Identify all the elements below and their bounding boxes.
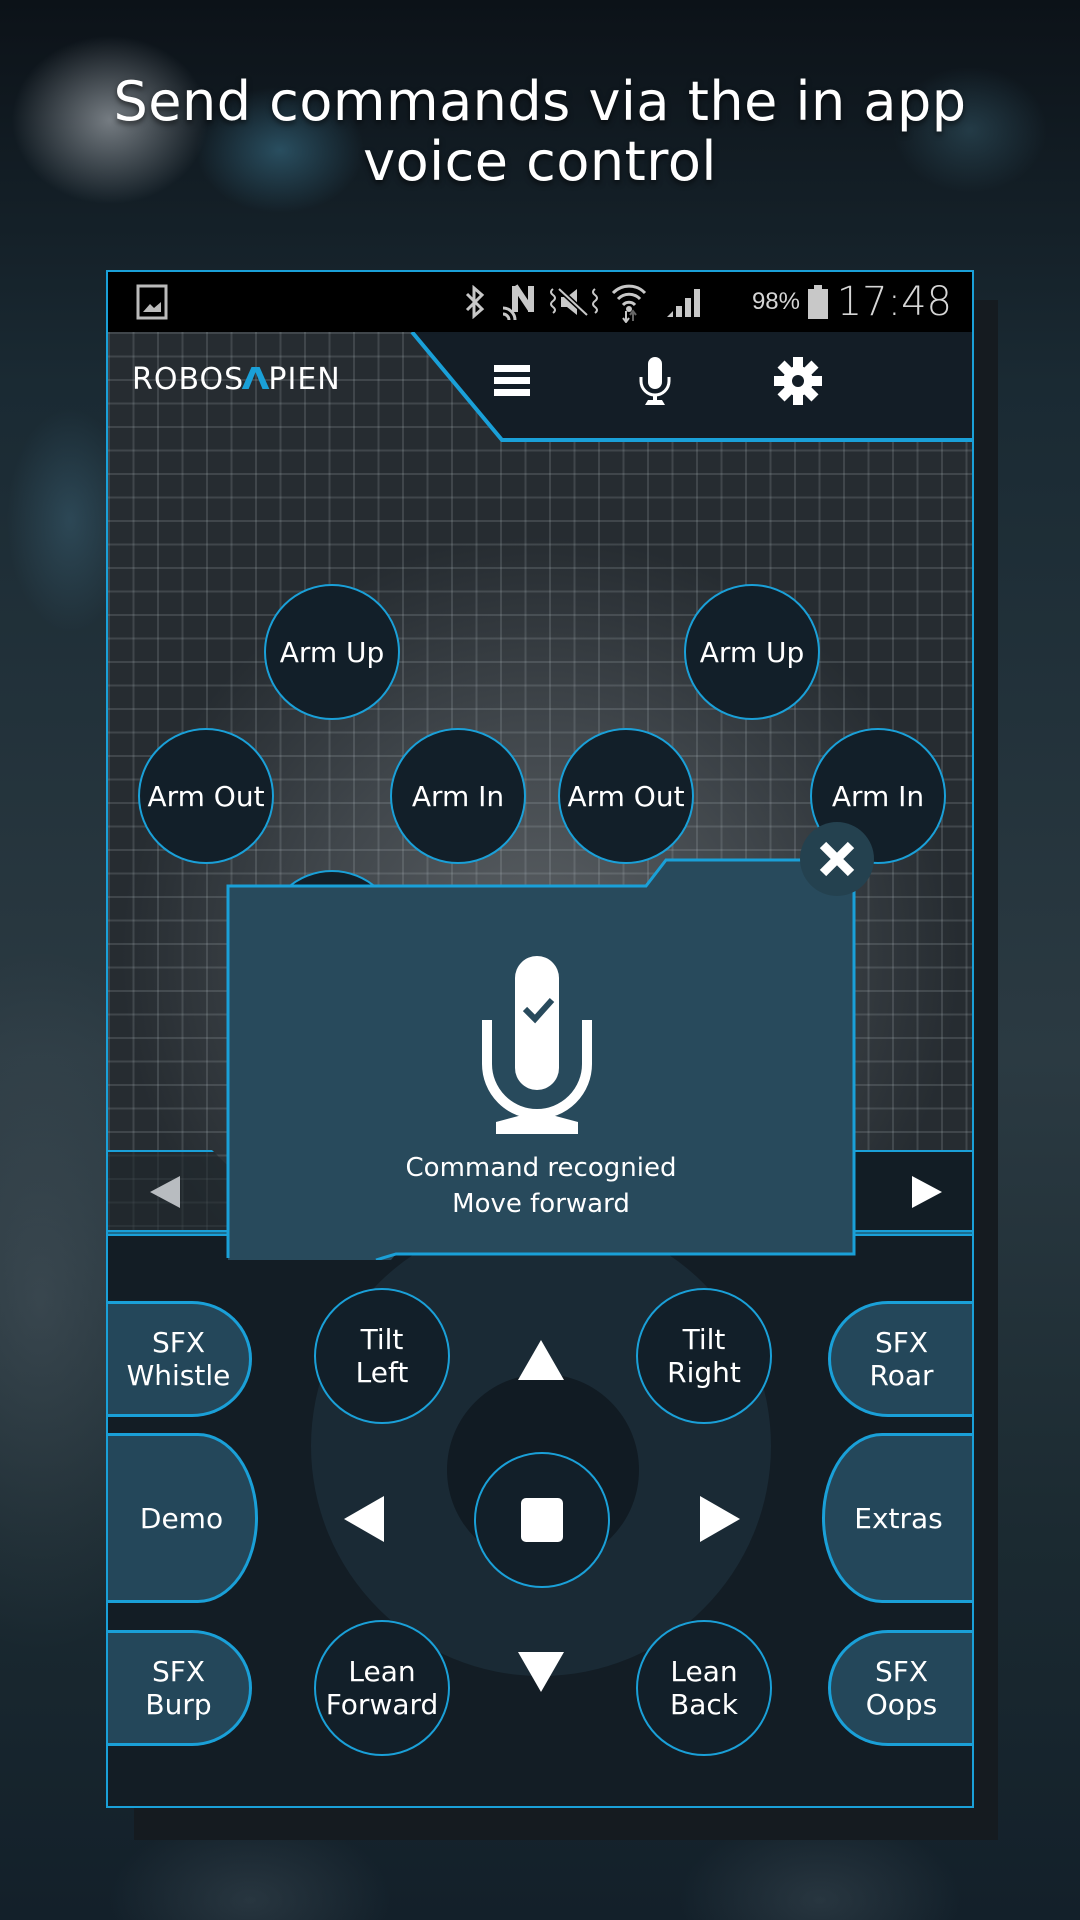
logo-text-1: ROBOS (132, 361, 245, 397)
bluetooth-icon (460, 272, 490, 332)
menu-button[interactable] (472, 346, 552, 416)
microphone-check-icon (482, 956, 592, 1134)
sfx-roar-label-1: SFX (874, 1326, 929, 1359)
lean-back-button[interactable]: Lean Back (636, 1620, 772, 1756)
headline: Send commands via the in app voice contr… (0, 72, 1080, 192)
phone-screen: 98% 17:48 ROBOS Λ PIEN Arm Up Arm Up Arm… (106, 270, 974, 1808)
sfx-roar-button[interactable]: SFX Roar (828, 1301, 972, 1417)
app-header: ROBOS Λ PIEN (108, 332, 972, 448)
headline-line-2: voice control (363, 130, 717, 193)
move-backward-button[interactable] (516, 1650, 566, 1694)
popup-message: Command recognied Move forward (226, 1150, 856, 1222)
sfx-oops-label-2: Oops (865, 1688, 938, 1721)
stop-icon (521, 1498, 563, 1542)
headline-line-1: Send commands via the in app (113, 70, 967, 133)
popup-status: Command recognied (405, 1153, 677, 1183)
menu-icon (494, 365, 530, 396)
nfc-icon (500, 272, 540, 332)
tilt-right-button[interactable]: Tilt Right (636, 1288, 772, 1424)
triangle-right-icon (700, 1496, 740, 1542)
sfx-burp-label-1: SFX (151, 1655, 206, 1688)
tilt-left-button[interactable]: Tilt Left (314, 1288, 450, 1424)
control-panel: SFX Whistle Demo SFX Burp SFX Roar Extras S… (108, 1216, 972, 1806)
turn-right-button[interactable] (698, 1494, 742, 1544)
signal-icon (664, 272, 704, 332)
demo-button[interactable]: Demo (108, 1433, 258, 1603)
extras-label: Extras (854, 1501, 943, 1535)
logo-chevron: Λ (241, 361, 271, 397)
sfx-oops-label-1: SFX (874, 1655, 929, 1688)
tilt-left-label-2: Left (355, 1356, 409, 1389)
next-page-button[interactable] (852, 1150, 972, 1230)
triangle-down-icon (518, 1652, 564, 1692)
extras-button[interactable]: Extras (822, 1433, 972, 1603)
tilt-right-label-1: Tilt (682, 1323, 726, 1356)
robosapien-logo: ROBOS Λ PIEN (132, 361, 341, 397)
sfx-burp-button[interactable]: SFX Burp (108, 1630, 252, 1746)
logo-text-2: PIEN (268, 361, 341, 397)
sfx-whistle-label-1: SFX (151, 1326, 206, 1359)
lean-back-label-1: Lean (670, 1655, 738, 1688)
stop-button[interactable] (474, 1452, 610, 1588)
battery-icon (804, 272, 832, 332)
gallery-icon (134, 272, 170, 332)
sfx-oops-button[interactable]: SFX Oops (828, 1630, 972, 1746)
triangle-up-icon (518, 1340, 564, 1380)
wifi-icon (608, 272, 650, 332)
status-bar: 98% 17:48 (108, 272, 972, 332)
sfx-whistle-label-2: Whistle (126, 1359, 231, 1392)
status-time: 17:48 (836, 279, 952, 325)
tilt-left-label-1: Tilt (360, 1323, 404, 1356)
settings-button[interactable] (758, 346, 838, 416)
arm-up-right-button[interactable]: Arm Up (684, 584, 820, 720)
lean-back-label-2: Back (670, 1688, 738, 1721)
battery-percent: 98% (751, 288, 800, 315)
triangle-left-icon (344, 1496, 384, 1542)
lean-forward-button[interactable]: Lean Forward (314, 1620, 450, 1756)
close-icon (819, 841, 855, 877)
demo-label: Demo (139, 1501, 224, 1535)
tilt-right-label-2: Right (667, 1356, 741, 1389)
arm-out-left-button[interactable]: Arm Out (138, 728, 274, 864)
arm-out-right-button[interactable]: Arm Out (558, 728, 694, 864)
triangle-left-icon (150, 1176, 180, 1208)
lean-forward-label-2: Forward (325, 1688, 439, 1721)
arm-in-left-button[interactable]: Arm In (390, 728, 526, 864)
voice-control-button[interactable] (615, 346, 695, 416)
voice-command-popup: Command recognied Move forward (226, 858, 856, 1260)
mute-vibrate-icon (546, 272, 602, 332)
turn-left-button[interactable] (342, 1494, 386, 1544)
sfx-burp-label-2: Burp (145, 1688, 212, 1721)
previous-page-button[interactable] (108, 1150, 228, 1230)
gear-icon (774, 357, 822, 405)
close-popup-button[interactable] (800, 822, 874, 896)
sfx-roar-label-2: Roar (869, 1359, 934, 1392)
arm-up-left-button[interactable]: Arm Up (264, 584, 400, 720)
popup-command: Move forward (452, 1189, 630, 1219)
triangle-right-icon (912, 1176, 942, 1208)
microphone-icon (639, 357, 671, 405)
sfx-whistle-button[interactable]: SFX Whistle (108, 1301, 252, 1417)
lean-forward-label-1: Lean (348, 1655, 416, 1688)
move-forward-button[interactable] (516, 1338, 566, 1382)
